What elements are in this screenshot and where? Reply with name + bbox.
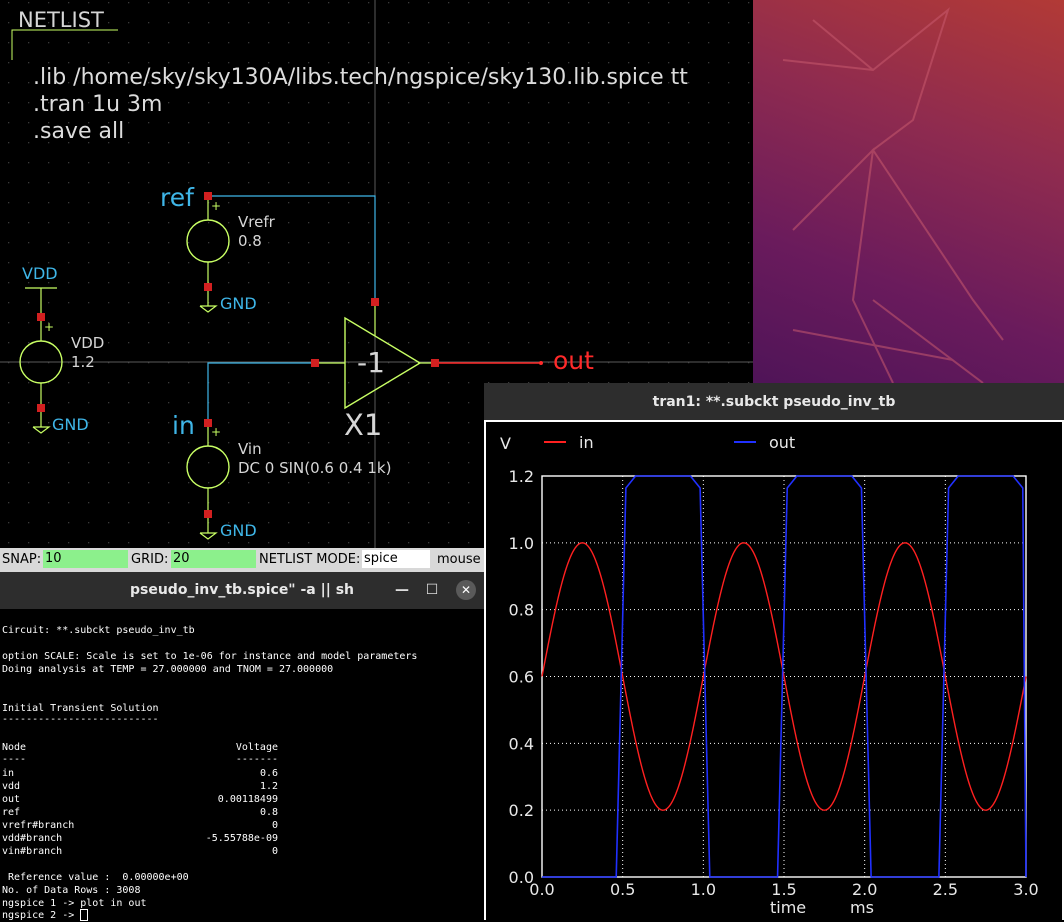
node-name: out — [2, 794, 21, 805]
terminal-line: -------------------------- — [2, 714, 159, 725]
terminal-line: No. of Data Rows : 3008 — [2, 885, 141, 896]
status-bar: SNAP: 10 GRID: 20 NETLIST MODE: spice mo… — [0, 548, 484, 572]
plot-window-titlebar[interactable]: tran1: **.subckt pseudo_inv_tb — [484, 383, 1064, 420]
y-tick-label: 0.8 — [509, 601, 534, 620]
netlist-line-save: .save all — [33, 119, 125, 144]
node-value: 0.6 — [259, 768, 278, 779]
node-name: vrefr#branch — [2, 820, 75, 831]
x-tick-label: 1.0 — [691, 880, 716, 899]
terminal-header-dashes: ------- — [235, 754, 278, 765]
mouse-label: mouse — [437, 552, 481, 567]
node-value: 0 — [271, 820, 278, 831]
vin-name: Vin — [238, 440, 262, 458]
x-tick-label: 2.0 — [852, 880, 877, 899]
netlist-line-tran: .tran 1u 3m — [33, 92, 163, 117]
snap-input[interactable]: 10 — [43, 550, 128, 568]
node-value: 0.8 — [259, 807, 278, 818]
terminal-output[interactable]: Circuit: **.subckt pseudo_inv_tb option … — [0, 609, 484, 922]
terminal-header-voltage: Voltage — [235, 742, 278, 753]
x-tick-label: 3.0 — [1013, 880, 1038, 899]
inverter-instance-name: X1 — [344, 408, 383, 442]
netlist-mode-value[interactable]: spice — [362, 550, 430, 568]
vin-plus: + — [211, 425, 222, 439]
vdd-gnd-label: GND — [52, 415, 89, 434]
terminal-line: Circuit: **.subckt pseudo_inv_tb — [2, 625, 195, 636]
node-name: vdd — [2, 781, 21, 792]
x-tick-label: 0.5 — [610, 880, 635, 899]
y-tick-label: 0.6 — [509, 668, 534, 687]
node-value: 0.00118499 — [217, 794, 278, 805]
terminal-line: Doing analysis at TEMP = 27.000000 and T… — [2, 664, 334, 675]
net-label-ref[interactable]: ref — [160, 183, 194, 212]
desktop-wallpaper — [753, 0, 1064, 383]
maximize-icon[interactable]: ☐ — [422, 580, 442, 600]
out-pin-dot — [539, 361, 543, 365]
terminal-line: option SCALE: Scale is set to 1e-06 for … — [2, 651, 418, 662]
terminal-line: ---- — [2, 754, 27, 765]
y-tick-label: 1.0 — [509, 534, 534, 553]
vrefr-plus: + — [211, 199, 222, 213]
net-label-out[interactable]: out — [553, 346, 594, 375]
terminal-cursor — [80, 909, 89, 921]
inverter-gain: -1 — [357, 346, 385, 379]
minimize-icon[interactable]: — — [392, 580, 412, 600]
legend-label-out: out — [769, 433, 795, 452]
close-icon[interactable]: ✕ — [456, 580, 476, 600]
legend-label-in: in — [579, 433, 594, 452]
vin-gnd-label: GND — [220, 521, 257, 540]
terminal-line: Reference value : 0.00000e+00 — [2, 872, 189, 883]
node-name: ref — [2, 807, 21, 818]
vdd-plus: + — [44, 320, 55, 334]
node-name: vdd#branch — [2, 833, 63, 844]
terminal-prompt-text: ngspice 2 -> — [2, 910, 81, 921]
vrefr-gnd-label: GND — [220, 294, 257, 313]
net-label-in[interactable]: in — [172, 411, 195, 440]
terminal-prompt[interactable]: ngspice 2 -> — [2, 909, 89, 922]
x-tick-label: 1.5 — [771, 880, 796, 899]
y-tick-label: 1.2 — [509, 467, 534, 486]
node-value: -5.55788e-09 — [205, 833, 278, 844]
y-axis-label: V — [500, 434, 511, 453]
plot-window-title: tran1: **.subckt pseudo_inv_tb — [652, 394, 896, 410]
netlist-line-lib: .lib /home/sky/sky130A/libs.tech/ngspice… — [33, 65, 688, 90]
node-name: in — [2, 768, 15, 779]
plot-legend: in out — [544, 433, 795, 452]
netlist-mode-label: NETLIST MODE: — [259, 552, 361, 567]
terminal-line: Node — [2, 742, 27, 753]
grid-label: GRID: — [131, 552, 169, 567]
vdd-name: VDD — [71, 334, 105, 352]
node-value: 0 — [271, 846, 278, 857]
snap-label: SNAP: — [2, 552, 42, 567]
wallpaper-lines — [782, 7, 1004, 383]
x-axis-label: time — [770, 898, 806, 917]
vdd-value[interactable]: 1.2 — [71, 353, 95, 371]
vrefr-name: Vrefr — [238, 213, 275, 231]
vin-value[interactable]: DC 0 SIN(0.6 0.4 1k) — [238, 459, 391, 477]
node-value: 1.2 — [259, 781, 278, 792]
plot-ticks: 0.0 0.5 1.0 1.5 2.0 2.5 3.00.00.20.40.60.81.01… — [509, 467, 1039, 899]
vrefr-value[interactable]: 0.8 — [238, 232, 262, 250]
terminal-titlebar[interactable]: pseudo_inv_tb.spice" -a || sh — ☐ ✕ — [0, 572, 484, 609]
netlist-title: NETLIST — [18, 8, 104, 32]
vdd-net-label[interactable]: VDD — [22, 264, 58, 283]
y-tick-label: 0.2 — [509, 801, 534, 820]
node-name: vin#branch — [2, 846, 63, 857]
y-tick-label: 0.0 — [509, 868, 534, 887]
x-tick-label: 2.5 — [933, 880, 958, 899]
y-tick-label: 0.4 — [509, 734, 534, 753]
x-axis-unit: ms — [850, 898, 874, 917]
grid-input[interactable]: 20 — [171, 550, 256, 568]
waveform-plot[interactable]: 0.0 0.5 1.0 1.5 2.0 2.5 3.00.00.20.40.60.81.01… — [484, 420, 1064, 920]
